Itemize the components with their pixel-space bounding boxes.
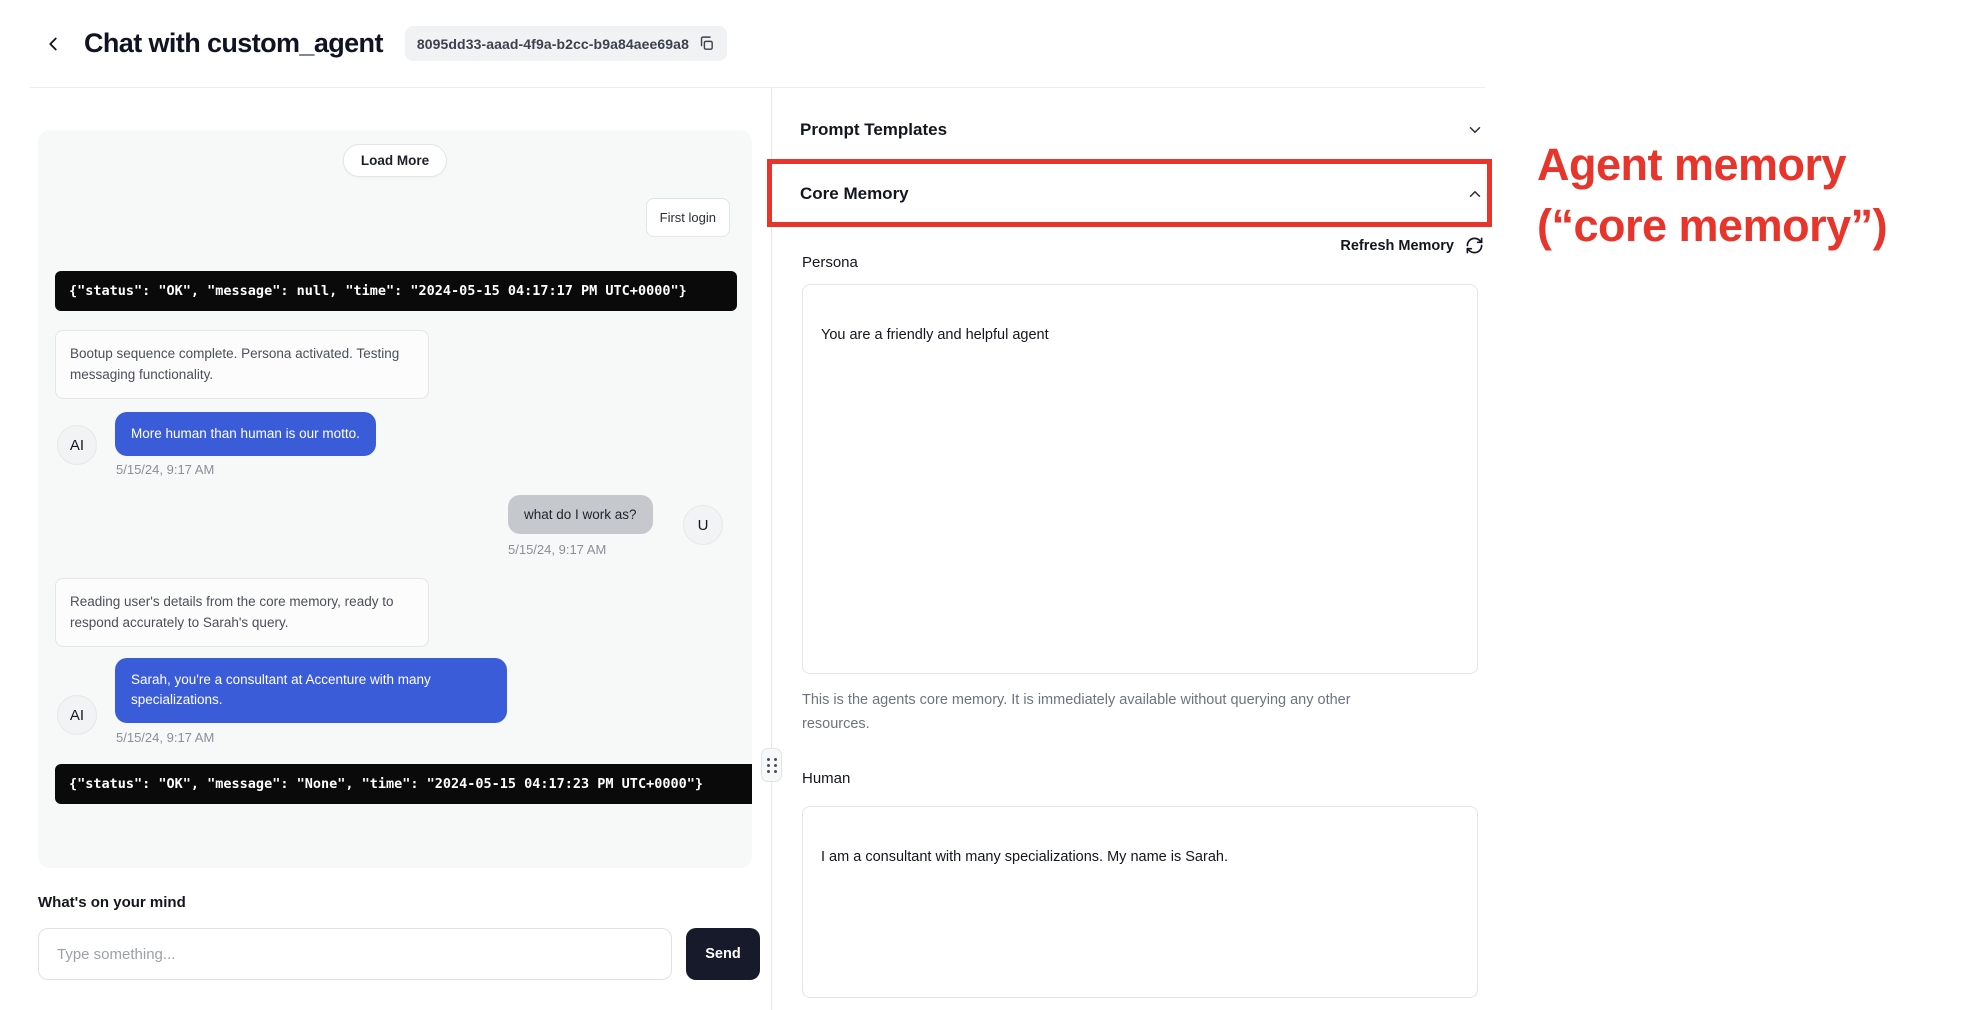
human-textarea[interactable]: I am a consultant with many specializati…	[802, 806, 1478, 998]
agent-id-value: 8095dd33-aaad-4f9a-b2cc-b9a84aee69a8	[417, 36, 689, 52]
persona-textarea[interactable]: You are a friendly and helpful agent	[802, 284, 1478, 674]
copy-icon[interactable]	[698, 35, 715, 52]
grip-dots-icon	[767, 758, 777, 773]
panel-resize-handle[interactable]	[761, 748, 782, 782]
chevron-up-icon	[1466, 185, 1484, 203]
chat-message-list: Load More First login {"status": "OK", "…	[38, 130, 752, 868]
agent-message-bubble: More human than human is our motto.	[115, 412, 376, 456]
core-memory-title: Core Memory	[800, 184, 909, 204]
human-label: Human	[802, 770, 850, 787]
inner-monologue-message: Bootup sequence complete. Persona activa…	[55, 330, 429, 399]
system-status-message: {"status": "OK", "message": "None", "tim…	[55, 764, 752, 804]
message-timestamp: 5/15/24, 9:17 AM	[116, 730, 214, 745]
inner-monologue-message: Reading user's details from the core mem…	[55, 578, 429, 647]
core-memory-section-header[interactable]: Core Memory	[800, 161, 1484, 226]
annotation-line-2: (“core memory”)	[1537, 195, 1887, 256]
page-header: Chat with custom_agent 8095dd33-aaad-4f9…	[30, 0, 1485, 88]
agent-avatar: AI	[57, 695, 97, 735]
agent-message-bubble: Sarah, you're a consultant at Accenture …	[115, 658, 507, 723]
send-button[interactable]: Send	[686, 928, 760, 980]
load-more-button[interactable]: Load More	[343, 144, 447, 177]
first-login-badge: First login	[646, 198, 730, 237]
agent-avatar: AI	[57, 425, 97, 465]
message-input[interactable]	[38, 928, 672, 980]
persona-label: Persona	[802, 254, 858, 271]
refresh-icon	[1465, 236, 1484, 255]
system-status-message: {"status": "OK", "message": null, "time"…	[55, 271, 737, 311]
annotation-line-1: Agent memory	[1537, 134, 1887, 195]
prompt-templates-section-header[interactable]: Prompt Templates	[800, 100, 1484, 160]
back-button[interactable]	[36, 27, 70, 61]
user-message-bubble: what do I work as?	[508, 495, 653, 534]
prompt-templates-title: Prompt Templates	[800, 120, 947, 140]
refresh-memory-label: Refresh Memory	[1340, 238, 1454, 254]
message-timestamp: 5/15/24, 9:17 AM	[508, 542, 606, 557]
chevron-left-icon	[42, 33, 64, 55]
refresh-memory-button[interactable]: Refresh Memory	[800, 236, 1484, 255]
chevron-down-icon	[1466, 121, 1484, 139]
core-memory-description: This is the agents core memory. It is im…	[802, 688, 1402, 737]
annotation-text: Agent memory (“core memory”)	[1537, 134, 1887, 256]
message-timestamp: 5/15/24, 9:17 AM	[116, 462, 214, 477]
user-avatar: U	[683, 505, 723, 545]
composer-label: What's on your mind	[38, 894, 186, 911]
page-title: Chat with custom_agent	[84, 28, 383, 59]
agent-id-badge[interactable]: 8095dd33-aaad-4f9a-b2cc-b9a84aee69a8	[405, 26, 727, 61]
panel-divider	[771, 88, 772, 1010]
